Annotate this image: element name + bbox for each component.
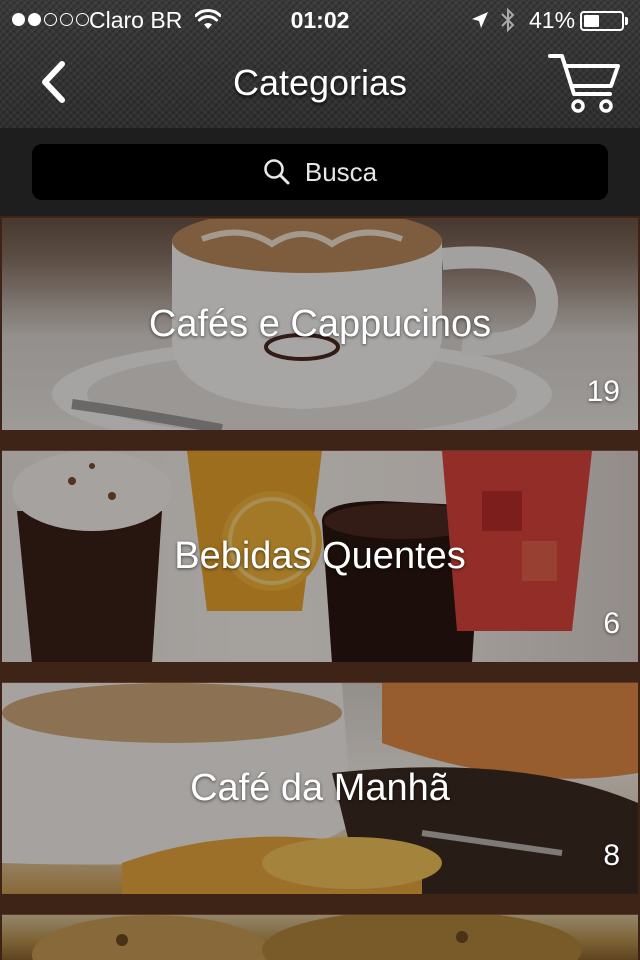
- location-arrow-icon: [472, 12, 488, 28]
- search-placeholder: Busca: [304, 156, 378, 187]
- shopping-cart-icon[interactable]: [548, 50, 622, 116]
- chevron-left-icon[interactable]: [30, 58, 80, 108]
- category-count: 19: [586, 375, 620, 408]
- wifi-icon: [195, 9, 221, 29]
- battery-tip: [625, 17, 628, 25]
- category-name: Bebidas Quentes: [174, 535, 466, 577]
- top-bar: Claro BR 01:02 41% Categorias: [0, 0, 640, 128]
- search-input[interactable]: Busca: [32, 144, 608, 200]
- category-card[interactable]: Café da Manhã 8: [2, 682, 638, 894]
- status-bar: Claro BR 01:02 41%: [0, 0, 640, 40]
- search-icon: [264, 159, 290, 185]
- app-screen: Claro BR 01:02 41% Categorias Busca Café…: [0, 0, 640, 960]
- category-card[interactable]: [2, 914, 638, 960]
- signal-strength-icon: [12, 13, 89, 26]
- battery-icon: [580, 11, 624, 31]
- bluetooth-icon: [501, 7, 515, 33]
- category-count: 8: [603, 839, 620, 872]
- category-count: 6: [603, 607, 620, 640]
- category-list: Cafés e Cappucinos 19 Bebidas Quentes 6 …: [0, 216, 640, 960]
- category-name: Café da Manhã: [190, 767, 450, 809]
- carrier-label: Claro BR: [89, 7, 183, 33]
- navigation-bar: Categorias: [0, 40, 640, 128]
- category-name: Cafés e Cappucinos: [148, 303, 492, 345]
- battery-percent: 41%: [529, 7, 576, 33]
- page-title: Categorias: [232, 62, 408, 103]
- search-bar: Busca: [0, 128, 640, 216]
- category-card[interactable]: Cafés e Cappucinos 19: [2, 218, 638, 430]
- category-card[interactable]: Bebidas Quentes 6: [2, 450, 638, 662]
